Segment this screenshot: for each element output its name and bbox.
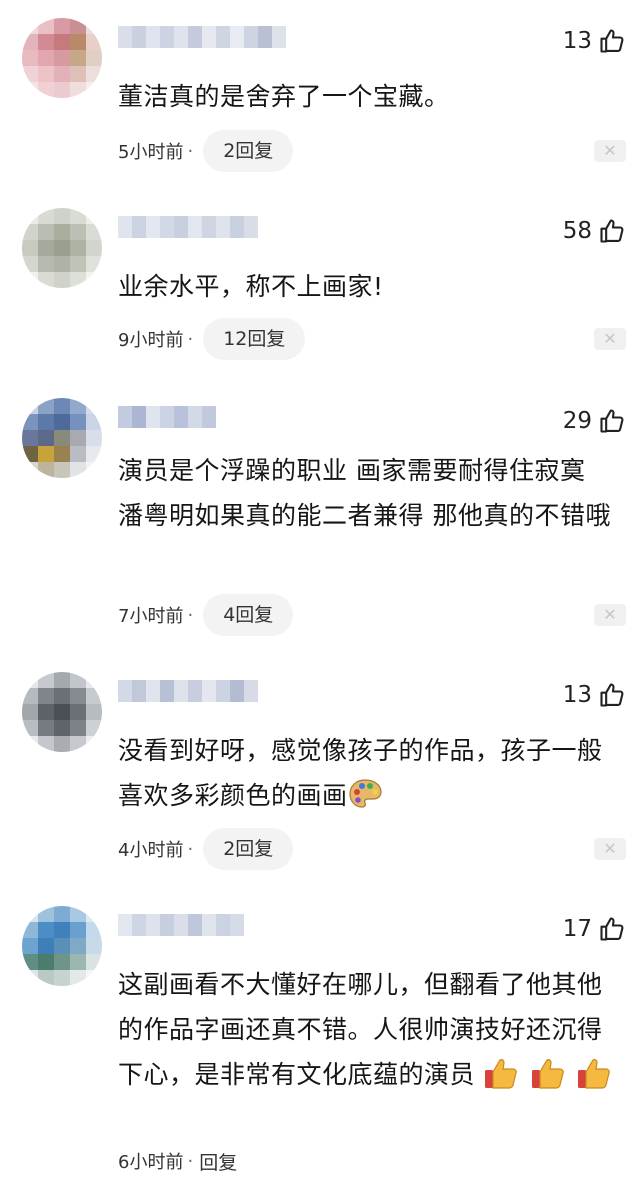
like-count: 29: [562, 408, 592, 434]
username-blurred[interactable]: [118, 216, 258, 242]
artist-palette-icon: [348, 779, 382, 808]
like-button[interactable]: 13: [563, 24, 626, 58]
comment-text: 业余水平，称不上画家!: [118, 272, 384, 301]
close-icon[interactable]: ✕: [594, 604, 626, 626]
username-blurred[interactable]: [118, 914, 244, 940]
comment-meta: 6小时前 · 回复: [118, 1140, 237, 1182]
like-button[interactable]: 13: [563, 678, 626, 712]
username-blurred[interactable]: [118, 680, 258, 706]
thumbs-up-icon: [600, 219, 624, 243]
comment-time: 7小时前: [118, 606, 184, 627]
separator-dot: ·: [187, 1150, 194, 1172]
thumbs-up-emoji-icon: [578, 1059, 611, 1089]
reply-count-button[interactable]: 12回复: [203, 318, 306, 360]
like-button[interactable]: 58: [563, 214, 626, 248]
reply-count-button[interactable]: 2回复: [203, 130, 294, 172]
avatar[interactable]: [22, 906, 102, 986]
username-blurred[interactable]: [118, 406, 216, 432]
comment-text: 没看到好呀，感觉像孩子的作品，孩子一般喜欢多彩颜色的画画: [118, 728, 618, 818]
comment-meta: 4小时前 · 2回复: [118, 828, 294, 870]
avatar[interactable]: [22, 208, 102, 288]
thumbs-up-emoji-icon: [531, 1059, 564, 1089]
like-count: 58: [562, 218, 592, 244]
like-count: 13: [562, 28, 592, 54]
thumbs-up-icon: [600, 917, 624, 941]
separator-dot: ·: [187, 838, 194, 860]
like-button[interactable]: 29: [563, 404, 626, 438]
comment-text: 董洁真的是舍弃了一个宝藏。: [118, 82, 450, 111]
comment-time: 5小时前: [118, 142, 184, 163]
comment-meta: 5小时前 · 2回复: [118, 130, 294, 172]
comment-meta: 9小时前 · 12回复: [118, 318, 306, 360]
comment-meta: 7小时前 · 4回复: [118, 594, 294, 636]
like-count: 13: [562, 682, 592, 708]
thumbs-up-icon: [600, 29, 624, 53]
separator-dot: ·: [187, 328, 194, 350]
thumbs-up-emoji-icon: [485, 1059, 518, 1089]
comment-time: 4小时前: [118, 840, 184, 861]
username-blurred[interactable]: [118, 26, 286, 52]
like-button[interactable]: 17: [563, 912, 626, 946]
reply-count-button[interactable]: 2回复: [203, 828, 294, 870]
comment-text: 演员是个浮躁的职业 画家需要耐得住寂寞 潘粤明如果真的能二者兼得 那他真的不错哦: [118, 456, 611, 530]
separator-dot: ·: [187, 604, 194, 626]
avatar[interactable]: [22, 18, 102, 98]
like-count: 17: [562, 916, 592, 942]
thumbs-up-icon: [600, 683, 624, 707]
comment-time: 6小时前: [118, 1152, 184, 1173]
comment-time: 9小时前: [118, 330, 184, 351]
separator-dot: ·: [187, 140, 194, 162]
comment-text: 这副画看不大懂好在哪儿，但翻看了他其他的作品字画还真不错。人很帅演技好还沉得下心…: [118, 962, 618, 1097]
reply-count-button[interactable]: 4回复: [203, 594, 294, 636]
avatar[interactable]: [22, 398, 102, 478]
close-icon[interactable]: ✕: [594, 328, 626, 350]
thumbs-up-icon: [600, 409, 624, 433]
close-icon[interactable]: ✕: [594, 838, 626, 860]
reply-button[interactable]: 回复: [199, 1148, 237, 1175]
close-icon[interactable]: ✕: [594, 140, 626, 162]
avatar[interactable]: [22, 672, 102, 752]
